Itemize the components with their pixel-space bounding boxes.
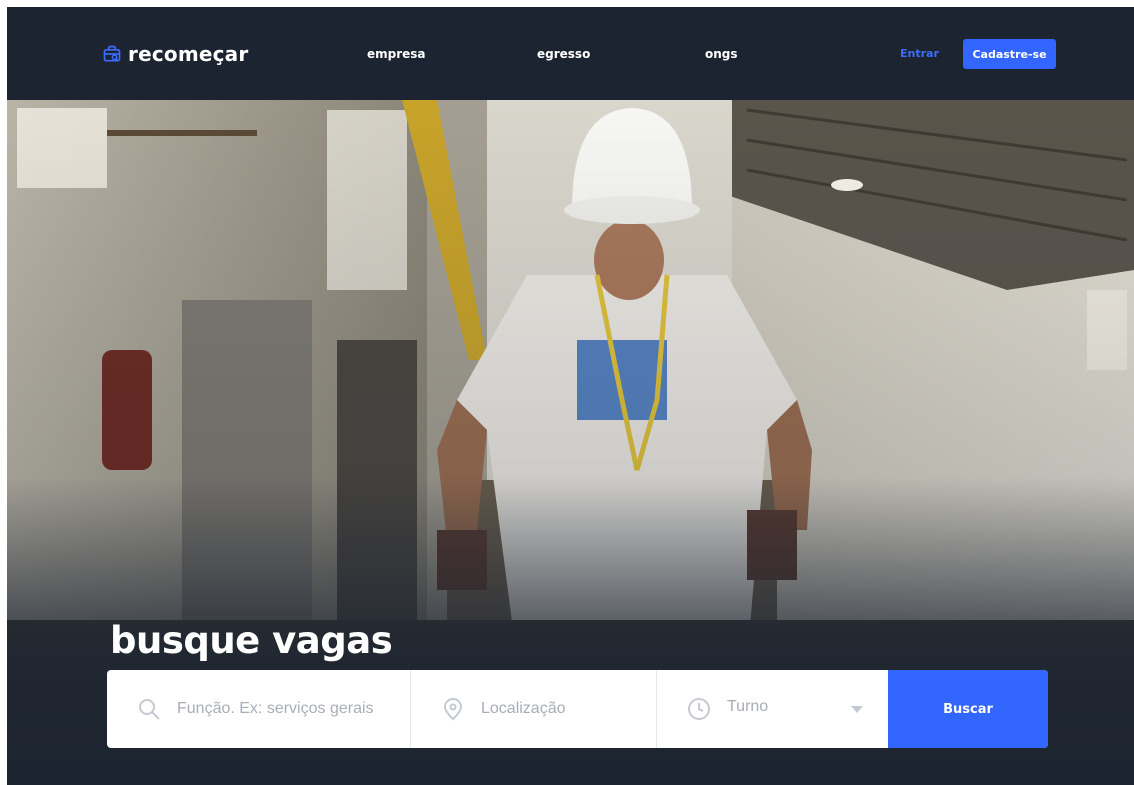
nav-link-egresso[interactable]: egresso xyxy=(537,47,590,61)
brand-name: recomeçar xyxy=(128,42,249,66)
hero-section: busque vagas Função. Ex: serviços gerais… xyxy=(7,100,1134,785)
briefcase-search-icon xyxy=(103,45,121,62)
location-pin-icon xyxy=(443,697,463,721)
hero-headline: busque vagas xyxy=(110,618,393,662)
chevron-down-icon xyxy=(851,706,863,713)
search-button[interactable]: Buscar xyxy=(888,670,1048,748)
nav-link-ongs[interactable]: ongs xyxy=(705,47,738,61)
login-link[interactable]: Entrar xyxy=(900,47,939,60)
page: recomeçar empresa egresso ongs Entrar Ca… xyxy=(7,7,1134,785)
shift-label: Turno xyxy=(727,698,769,715)
job-search-bar: Turno Buscar xyxy=(107,670,1048,748)
shift-select[interactable]: Turno xyxy=(657,670,888,748)
brand-logo[interactable]: recomeçar xyxy=(102,42,248,66)
location-input[interactable] xyxy=(481,696,681,722)
top-navbar: recomeçar empresa egresso ongs Entrar Ca… xyxy=(7,7,1134,100)
signup-button[interactable]: Cadastre-se xyxy=(963,39,1056,69)
search-icon xyxy=(139,699,160,720)
role-input[interactable] xyxy=(177,696,377,722)
role-field[interactable] xyxy=(107,670,411,748)
location-field[interactable] xyxy=(411,670,681,748)
nav-link-empresa[interactable]: empresa xyxy=(367,47,426,61)
clock-icon xyxy=(688,698,710,720)
